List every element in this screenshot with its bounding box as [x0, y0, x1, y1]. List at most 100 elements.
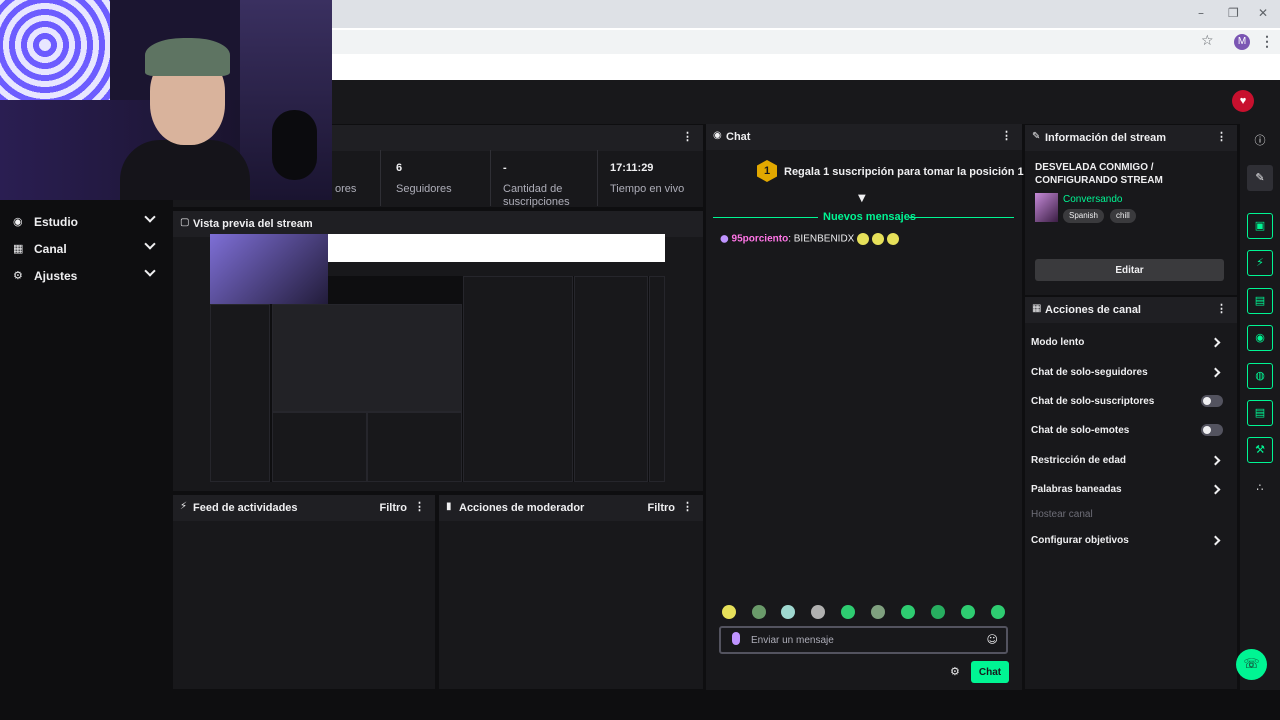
chat-send-button[interactable]: Chat: [971, 661, 1009, 683]
channel-icon: ▦: [13, 242, 24, 255]
kebab-menu-icon[interactable]: ⋮: [682, 500, 693, 513]
action-emotes-only: Chat de solo-emotes: [1031, 422, 1225, 442]
emote-icon[interactable]: [991, 605, 1005, 619]
filter-button[interactable]: Filtro: [380, 502, 408, 514]
bookmark-star-icon[interactable]: ☆: [1201, 33, 1214, 49]
emote-icon[interactable]: [871, 605, 885, 619]
stream-tag[interactable]: chill: [1110, 209, 1136, 223]
stat-divider: [597, 150, 598, 206]
kebab-menu-icon[interactable]: ⋮: [414, 500, 425, 513]
microphone-icon[interactable]: [732, 632, 740, 645]
nav-item-canal[interactable]: ▦ Canal: [0, 236, 170, 262]
mod-actions-panel: ▮ Acciones de moderador Filtro ⋮: [438, 494, 704, 690]
panel-title: Vista previa del stream: [193, 218, 313, 230]
gift-sub-prompt[interactable]: Regala 1 suscripción para tomar la posic…: [784, 166, 1024, 178]
browser-menu-icon[interactable]: ⋮: [1260, 33, 1274, 50]
stream-category[interactable]: Conversando: [1063, 194, 1122, 205]
action-label: Hostear canal: [1031, 509, 1093, 520]
stat-subscriptions: - Cantidad de suscripciones: [503, 150, 588, 208]
chat-bubble-icon[interactable]: ◉: [1247, 325, 1273, 351]
clipboard-icon[interactable]: ▤: [1247, 288, 1273, 314]
action-subscribers-only: Chat de solo-suscriptores: [1031, 393, 1225, 413]
chat-username[interactable]: 95porciento: [732, 234, 789, 245]
webcam-overlay: [0, 0, 332, 200]
kebab-menu-icon[interactable]: ⋮: [1001, 129, 1012, 142]
info-icon[interactable]: ⓘ: [1247, 128, 1273, 154]
nav-item-estudio[interactable]: ◉ Estudio: [0, 209, 170, 235]
chat-message: ● 95porciento: BIENBENIDX: [720, 233, 899, 245]
emote-icon[interactable]: [811, 605, 825, 619]
emote-icon[interactable]: [931, 605, 945, 619]
broadcast-icon[interactable]: ◍: [1247, 363, 1273, 389]
stream-preview-video[interactable]: [210, 234, 665, 482]
pencil-icon: ✎: [1032, 131, 1041, 142]
action-banned-words[interactable]: Palabras baneadas: [1031, 481, 1225, 501]
action-label: Palabras baneadas: [1031, 484, 1122, 495]
clip-icon[interactable]: ▣: [1247, 213, 1273, 239]
action-configure-goals[interactable]: Configurar objetivos: [1031, 532, 1225, 552]
lightning-icon[interactable]: ⚡: [1247, 250, 1273, 276]
action-label: Chat de solo-suscriptores: [1031, 396, 1155, 407]
emote-icon[interactable]: [961, 605, 975, 619]
stat-divider: [490, 150, 491, 206]
emote-picker-icon[interactable]: ☺: [987, 633, 998, 646]
chevron-down-icon: [144, 211, 156, 223]
subscribers-only-toggle[interactable]: [1201, 395, 1223, 407]
emote-icon[interactable]: [901, 605, 915, 619]
chat-bubble-icon: ◉: [713, 130, 722, 141]
settings-gear-icon: ⚙: [13, 269, 23, 282]
channel-logo-avatar[interactable]: ♥: [1232, 90, 1254, 112]
nav-item-ajustes[interactable]: ⚙ Ajustes: [0, 263, 170, 289]
wrench-icon[interactable]: ⚒: [1247, 437, 1273, 463]
stream-title: DESVELADA CONMIGO / CONFIGURANDO STREAM: [1035, 162, 1163, 186]
close-icon[interactable]: ✕: [1258, 6, 1268, 20]
edit-pencil-icon[interactable]: ✎: [1247, 165, 1273, 191]
stat-value: -: [503, 162, 507, 174]
chat-text: BIENBENIDX: [793, 233, 855, 245]
emote-icon[interactable]: [722, 605, 736, 619]
action-followers-only[interactable]: Chat de solo-seguidores: [1031, 364, 1225, 384]
kebab-menu-icon[interactable]: ⋮: [1216, 302, 1227, 315]
chevron-right-icon: [1210, 367, 1221, 378]
emote-icon[interactable]: [781, 605, 795, 619]
new-messages-line: [909, 217, 1014, 218]
filter-button[interactable]: Filtro: [648, 502, 676, 514]
help-headset-icon[interactable]: ☏: [1236, 649, 1267, 680]
minimize-icon[interactable]: –: [1198, 6, 1204, 20]
activity-feed-panel: ⚡ Feed de actividades Filtro ⋮: [172, 494, 436, 690]
stat-label: Tiempo en vivo: [610, 183, 685, 195]
stat-divider: [380, 150, 381, 206]
side-navigation: ◉ Estudio ▦ Canal ⚙ Ajustes: [0, 200, 170, 690]
chat-header: ◉ Chat ⋮: [706, 124, 1022, 150]
action-label: Chat de solo-emotes: [1031, 425, 1130, 436]
scroll-down-icon[interactable]: ▼: [858, 193, 866, 204]
stat-value: 6: [396, 162, 403, 174]
chevron-right-icon: [1210, 484, 1221, 495]
chevron-right-icon: [1210, 535, 1221, 546]
edit-stream-info-button[interactable]: Editar: [1035, 259, 1224, 281]
action-slow-mode[interactable]: Modo lento: [1031, 334, 1225, 354]
action-label: Modo lento: [1031, 337, 1085, 348]
panel-title: Feed de actividades: [193, 502, 298, 514]
emote-icon[interactable]: [841, 605, 855, 619]
nav-label: Ajustes: [34, 269, 78, 283]
kebab-menu-icon[interactable]: ⋮: [1216, 130, 1227, 143]
browser-profile-avatar[interactable]: M: [1234, 34, 1250, 50]
stat-viewers: ores: [335, 150, 385, 206]
stat-value: 17:11:29: [610, 162, 654, 174]
kebab-menu-icon[interactable]: ⋮: [682, 130, 693, 143]
restore-icon[interactable]: ❐: [1228, 6, 1239, 20]
document-icon: ▮: [446, 501, 452, 512]
app-root: – ❐ ✕ ☆ M ⋮ ♥ ◉ Estudio ▦ Canal ⚙ Ajuste…: [0, 0, 1280, 720]
chat-settings-gear-icon[interactable]: ⚙: [950, 665, 960, 678]
category-thumbnail: [1035, 193, 1058, 222]
chat-message-input[interactable]: [751, 632, 971, 648]
stream-tag[interactable]: Spanish: [1063, 209, 1104, 223]
printer-icon[interactable]: ▤: [1247, 400, 1273, 426]
panel-title: Chat: [726, 131, 751, 143]
action-age-restriction[interactable]: Restricción de edad: [1031, 452, 1225, 472]
share-nodes-icon[interactable]: ∴: [1247, 475, 1273, 501]
address-bar[interactable]: [320, 30, 1280, 54]
emote-icon[interactable]: [752, 605, 766, 619]
emotes-only-toggle[interactable]: [1201, 424, 1223, 436]
